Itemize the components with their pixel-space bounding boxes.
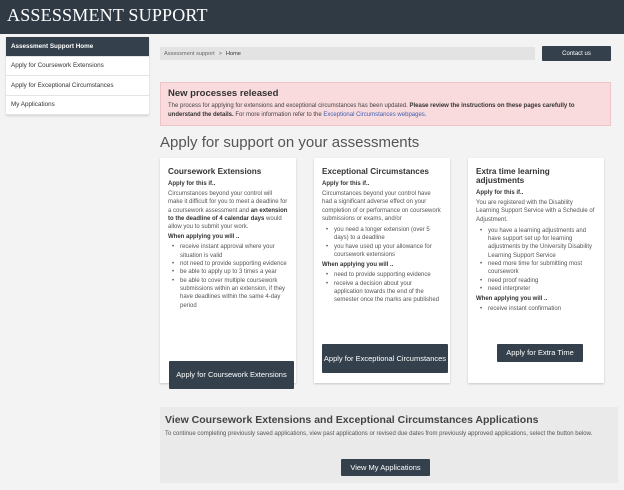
sidebar: Assessment Support Home Apply for Course… [6,37,149,115]
apply-if-label: Apply for this if.. [322,181,370,187]
apply-if-label: Apply for this if.. [168,181,216,187]
applications-heading: View Coursework Extensions and Exception… [165,414,539,426]
when-list: receive instant confirmation [478,305,596,314]
alert-banner: New processes released The process for a… [160,82,611,126]
card-description: You are registered with the Disability L… [476,200,595,223]
sidebar-item-my-applications[interactable]: My Applications [6,96,149,115]
list-item: you need a longer extension (over 5 days… [324,226,442,243]
sidebar-item-home[interactable]: Assessment Support Home [6,37,149,57]
list-item: need proof reading [478,277,596,286]
card-coursework-extensions: Coursework Extensions Apply for this if.… [160,158,296,383]
list-item: be able to apply up to 3 times a year [170,268,288,277]
conditions-list: you need a longer extension (over 5 days… [324,226,442,259]
view-my-applications-button[interactable]: View My Applications [341,459,430,476]
exceptional-circumstances-link[interactable]: Exceptional Circumstances webpages [323,112,424,118]
conditions-list: you have a learning adjustments and have… [478,227,596,294]
alert-title: New processes released [168,88,279,99]
breadcrumb-current: Home [225,50,241,57]
page-heading: Apply for support on your assessments [160,134,420,151]
sidebar-item-exceptional-circumstances[interactable]: Apply for Exceptional Circumstances [6,76,149,96]
applications-text: To continue completing previously saved … [165,431,593,437]
alert-text-main: The process for applying for extensions … [168,103,408,109]
when-applying-label: When applying you will .. [322,262,394,269]
apply-coursework-extensions-button[interactable]: Apply for Coursework Extensions [169,361,294,389]
list-item: you have used up your allowance for cour… [324,243,442,260]
list-item: need more time for submitting most cours… [478,260,596,277]
alert-text: The process for applying for extensions … [168,102,603,119]
apply-extra-time-button[interactable]: Apply for Extra Time [497,344,583,362]
apply-if-label: Apply for this if.. [476,190,524,196]
top-bar: ASSESSMENT SUPPORT [0,0,624,34]
list-item: receive instant approval where your situ… [170,243,288,260]
card-description: Circumstances beyond your control have h… [322,191,441,222]
breadcrumb-root-link[interactable]: Assessment support [164,51,215,57]
when-list: need to provide supporting evidence rece… [324,271,442,304]
apply-exceptional-circumstances-button[interactable]: Apply for Exceptional Circumstances [322,344,448,373]
breadcrumb-separator: > [218,50,222,57]
alert-text-end: . [424,111,427,118]
when-applying-label: When applying you will .. [168,234,240,241]
breadcrumb: Assessment support > Home [160,47,535,60]
list-item: be able to cover multiple coursework sub… [170,277,288,310]
card-description: Circumstances beyond your control will m… [168,190,288,231]
list-item: need to provide supporting evidence [324,271,442,280]
sidebar-item-coursework-extensions[interactable]: Apply for Coursework Extensions [6,57,149,76]
list-item: need interpreter [478,285,596,294]
card-title: Coursework Extensions [168,167,262,176]
list-item: you have a learning adjustments and have… [478,227,596,260]
card-title: Extra time learning adjustments [476,167,550,185]
site-title: ASSESSMENT SUPPORT [7,5,208,25]
list-item: not need to provide supporting evidence [170,260,288,269]
when-applying-label: When applying you will .. [476,296,548,303]
list-item: receive instant confirmation [478,305,596,314]
alert-text-more: For more information refer to the [235,111,322,118]
contact-us-button[interactable]: Contact us [542,46,611,61]
list-item: receive a decision about your applicatio… [324,280,442,305]
when-list: receive instant approval where your situ… [170,243,288,309]
card-title: Exceptional Circumstances [322,167,429,176]
